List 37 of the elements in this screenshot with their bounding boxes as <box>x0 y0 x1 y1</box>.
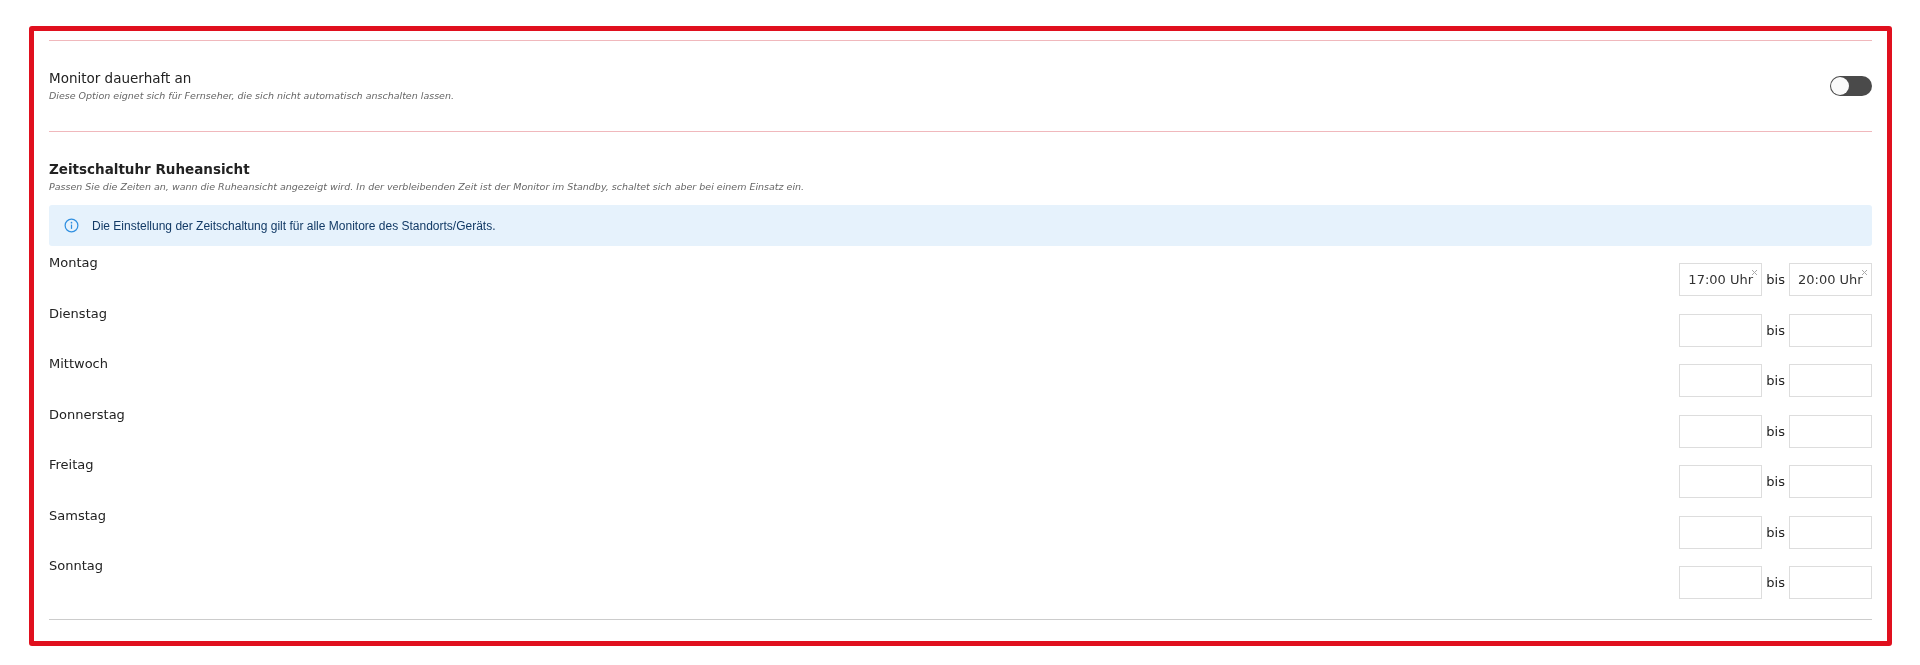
time-field[interactable] <box>1679 515 1763 549</box>
separator-text: bis <box>1766 272 1785 287</box>
time-field[interactable]: 20:00 Uhr <box>1789 263 1872 296</box>
time-field[interactable] <box>1789 515 1872 549</box>
separator-text: bis <box>1766 474 1785 489</box>
time-field[interactable] <box>1679 566 1763 599</box>
separator-text: bis <box>1766 373 1785 388</box>
time-field[interactable] <box>1679 465 1763 498</box>
info-text: Die Einstellung der Zeitschaltung gilt für alle Monitore des Standorts/Geräts. <box>92 218 496 233</box>
day-label: Dienstag <box>49 304 107 323</box>
separator-text: bis <box>1766 423 1785 439</box>
day-label: Freitag <box>49 456 94 474</box>
time-field[interactable] <box>1679 364 1763 397</box>
section-heading: Zeitschaltuhr Ruheansicht <box>49 161 251 177</box>
time-field[interactable] <box>1789 566 1872 599</box>
time-field[interactable] <box>1789 414 1872 448</box>
day-label: Sonntag <box>49 557 103 575</box>
day-label: Mittwoch <box>49 355 108 373</box>
clear-icon[interactable] <box>1861 269 1868 276</box>
day-label: Montag <box>49 254 98 272</box>
day-label: Samstag <box>49 506 106 525</box>
setting-label: Monitor dauerhaft an <box>49 69 193 86</box>
time-field[interactable] <box>1679 414 1763 448</box>
setting-description: Diese Option eignet sich für Fernseher, die sich nicht automatisch anschalten lassen. <box>49 89 454 101</box>
separator-text: bis <box>1766 524 1785 540</box>
time-field[interactable]: 17:00 Uhr <box>1679 263 1763 296</box>
toggle-switch[interactable] <box>1830 76 1872 96</box>
separator-text: bis <box>1766 322 1785 338</box>
clear-icon[interactable] <box>1751 269 1759 276</box>
section-description: Passen Sie die Zeiten an, wann die Ruheansicht angezeigt wird. In der verbleibenden Zeit ist der Monitor im Standby, schaltet sich aber bei einem Einsatz ein. <box>49 181 806 192</box>
separator-text: bis <box>1766 575 1785 590</box>
time-field[interactable] <box>1789 465 1872 498</box>
time-field[interactable] <box>1789 313 1872 347</box>
day-label: Donnerstag <box>49 405 125 424</box>
time-field[interactable] <box>1679 313 1763 347</box>
time-field[interactable] <box>1789 364 1872 397</box>
info-icon <box>64 218 79 233</box>
